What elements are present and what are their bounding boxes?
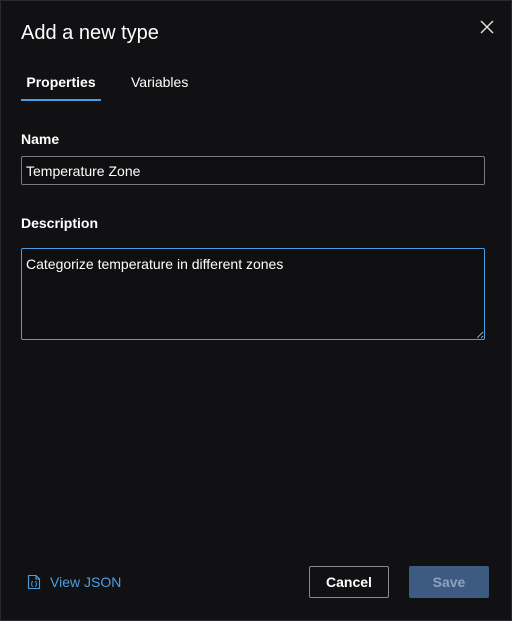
add-type-dialog: Add a new type Properties Variables Name… <box>0 0 512 621</box>
description-label: Description <box>21 215 99 231</box>
tab-properties[interactable]: Properties <box>21 67 101 101</box>
description-textarea[interactable]: Categorize temperature in different zone… <box>21 248 485 340</box>
save-button[interactable]: Save <box>409 566 489 598</box>
json-file-icon <box>27 574 41 590</box>
tab-variables[interactable]: Variables <box>131 67 188 101</box>
close-button[interactable] <box>477 17 497 37</box>
name-input[interactable] <box>21 156 485 185</box>
name-label: Name <box>21 131 60 147</box>
cancel-button[interactable]: Cancel <box>309 566 389 598</box>
view-json-label: View JSON <box>50 574 122 590</box>
close-icon <box>480 20 494 34</box>
dialog-title: Add a new type <box>21 22 159 44</box>
view-json-link[interactable]: View JSON <box>27 572 121 592</box>
